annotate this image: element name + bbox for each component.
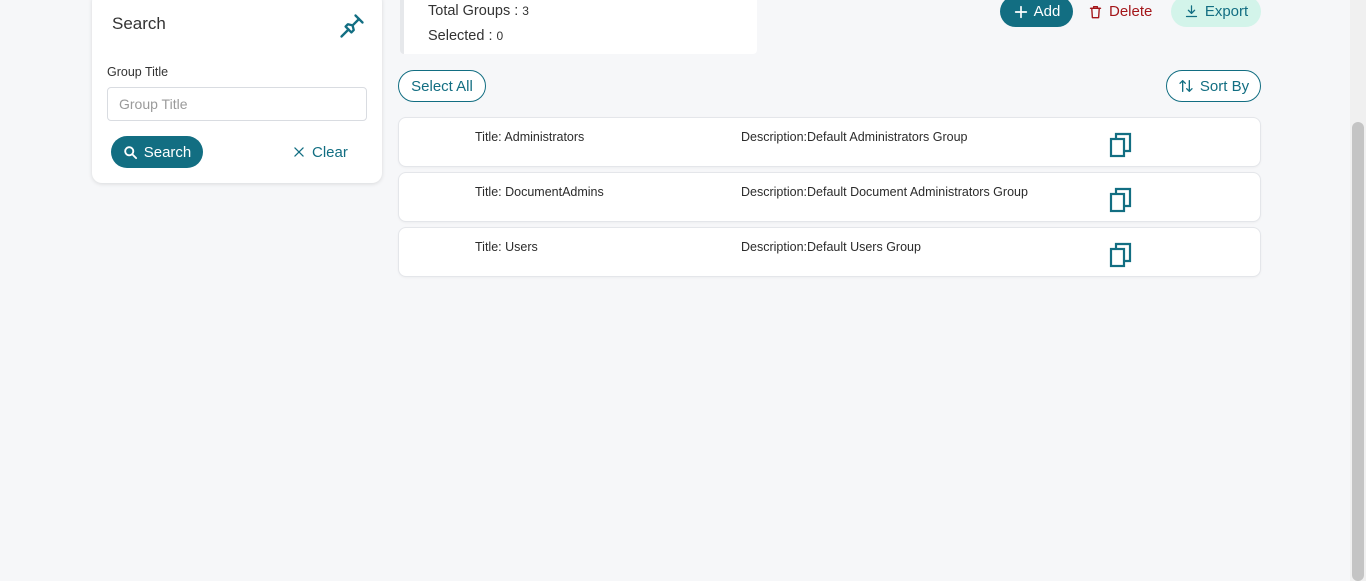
export-button-label: Export xyxy=(1204,3,1249,20)
group-list-item[interactable]: Title: Users Description:Default Users G… xyxy=(398,227,1261,277)
group-description: Description:Default Document Administrat… xyxy=(741,185,1028,199)
trash-icon xyxy=(1089,5,1102,18)
export-button[interactable]: Export xyxy=(1171,0,1261,27)
copy-icon[interactable] xyxy=(1109,187,1133,213)
selected-count: Selected : 0 xyxy=(428,28,503,44)
group-title: Title: Administrators xyxy=(475,130,585,144)
sort-icon xyxy=(1179,80,1193,92)
group-list-item[interactable]: Title: DocumentAdmins Description:Defaul… xyxy=(398,172,1261,222)
group-description: Description:Default Administrators Group xyxy=(741,130,968,144)
search-button-label: Search xyxy=(143,143,192,161)
total-groups-label: Total Groups : xyxy=(428,3,519,19)
plus-icon xyxy=(1014,5,1027,18)
group-title-label: Group Title xyxy=(107,65,169,79)
sort-by-label: Sort By xyxy=(1199,77,1250,95)
total-groups-value: 3 xyxy=(522,4,529,18)
add-button[interactable]: Add xyxy=(1000,0,1073,27)
pin-icon[interactable] xyxy=(338,12,366,40)
total-groups: Total Groups : 3 xyxy=(428,3,529,19)
delete-button[interactable]: Delete xyxy=(1088,0,1152,27)
group-list-item[interactable]: Title: Administrators Description:Defaul… xyxy=(398,117,1261,167)
sort-by-button[interactable]: Sort By xyxy=(1166,70,1261,102)
search-icon xyxy=(123,145,137,159)
search-panel-title: Search xyxy=(112,14,166,33)
close-icon xyxy=(294,147,304,157)
select-all-label: Select All xyxy=(411,77,473,95)
search-panel: Search Group Title Search Clear xyxy=(92,0,382,183)
group-title: Title: Users xyxy=(475,240,538,254)
add-button-label: Add xyxy=(1033,3,1061,20)
scrollbar-thumb[interactable] xyxy=(1352,122,1364,581)
search-button[interactable]: Search xyxy=(111,136,203,168)
select-all-button[interactable]: Select All xyxy=(398,70,486,102)
group-title-input[interactable] xyxy=(107,87,367,121)
page: Search Group Title Search Clear Total Gr… xyxy=(0,0,1366,581)
group-title: Title: DocumentAdmins xyxy=(475,185,604,199)
summary-box: Total Groups : 3 Selected : 0 xyxy=(400,0,757,54)
clear-button-label: Clear xyxy=(312,143,348,161)
delete-button-label: Delete xyxy=(1109,3,1153,20)
clear-button[interactable]: Clear xyxy=(292,138,348,166)
selected-value: 0 xyxy=(496,29,504,43)
download-icon xyxy=(1185,5,1197,18)
group-description: Description:Default Users Group xyxy=(741,240,921,254)
copy-icon[interactable] xyxy=(1109,242,1133,268)
copy-icon[interactable] xyxy=(1109,132,1133,158)
selected-label: Selected : xyxy=(428,28,493,44)
